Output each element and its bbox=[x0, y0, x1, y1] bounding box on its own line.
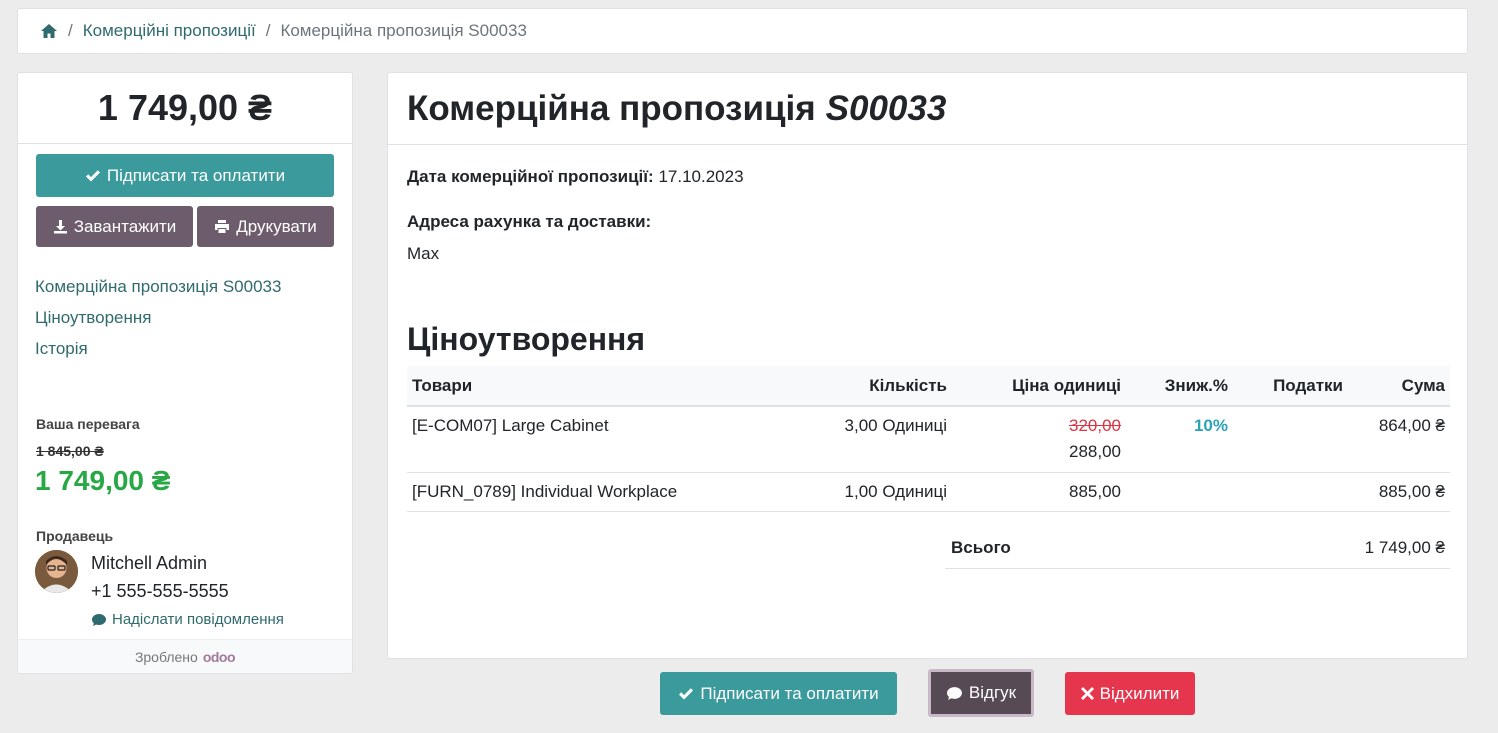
pricing-title: Ціноутворення bbox=[407, 321, 646, 357]
sidebar-total: 1 749,00 ₴ bbox=[18, 73, 352, 144]
grand-total-label: Всього bbox=[951, 538, 1011, 557]
sidebar-nav: Комерційна пропозиція S00033 Ціноутворен… bbox=[35, 273, 295, 366]
quotation-date: Дата комерційної пропозиції: 17.10.2023 bbox=[407, 167, 744, 187]
page-title: Комерційна пропозиція S00033 bbox=[388, 73, 1467, 145]
pricing-table: Товари Кількість Ціна одиниці Зниж.% Под… bbox=[407, 366, 1450, 512]
address-label: Адреса рахунка та доставки: bbox=[407, 212, 651, 232]
salesperson-label: Продавець bbox=[36, 528, 114, 544]
made-by-label: Зроблено bbox=[134, 648, 198, 665]
feedback-label: Відгук bbox=[968, 683, 1017, 702]
bottom-sign-and-pay-button[interactable]: Підписати та оплатити bbox=[660, 672, 897, 715]
reject-button[interactable]: Відхилити bbox=[1065, 672, 1195, 715]
col-products: Товари bbox=[407, 366, 787, 407]
bottom-sign-and-pay-label: Підписати та оплатити bbox=[700, 683, 879, 703]
table-row: [E-COM07] Large Cabinet 3,00 Одиниці 320… bbox=[407, 406, 1450, 473]
row-amount: 885,00 ₴ bbox=[1348, 472, 1450, 512]
row-unit-price: 320,00 288,00 bbox=[952, 406, 1126, 473]
old-price: 1 845,00 ₴ bbox=[36, 443, 104, 459]
row-price: 288,00 bbox=[1069, 442, 1121, 461]
advantage-label: Ваша перевага bbox=[36, 416, 140, 432]
row-unit-price: 885,00 bbox=[952, 472, 1126, 512]
breadcrumb-link-quotations[interactable]: Комерційні пропозиції bbox=[83, 21, 256, 41]
salesperson-phone: +1 555-555-5555 bbox=[91, 581, 229, 601]
row-discount: 10% bbox=[1126, 406, 1233, 473]
table-header-row: Товари Кількість Ціна одиниці Зниж.% Под… bbox=[407, 366, 1450, 407]
breadcrumb-separator: / bbox=[68, 21, 73, 40]
comment-icon bbox=[92, 613, 106, 626]
send-message-label: Надіслати повідомлення bbox=[112, 611, 284, 628]
col-quantity: Кількість bbox=[787, 366, 952, 407]
sidebar-nav-history[interactable]: Історія bbox=[35, 335, 295, 362]
grand-total-row: Всього 1 749,00 ₴ bbox=[945, 528, 1450, 569]
row-product: [FURN_0789] Individual Workplace bbox=[407, 472, 787, 512]
col-taxes: Податки bbox=[1233, 366, 1348, 407]
salesperson-name: Mitchell Admin bbox=[91, 553, 208, 573]
download-label: Завантажити bbox=[73, 216, 177, 236]
col-amount: Сума bbox=[1348, 366, 1450, 407]
address-label-text: Адреса рахунка та доставки: bbox=[407, 212, 652, 231]
breadcrumb-current: Комерційна пропозиція S00033 bbox=[280, 21, 527, 40]
download-button[interactable]: Завантажити bbox=[36, 206, 193, 247]
sidebar: 1 749,00 ₴ Підписати та оплатити Заванта… bbox=[17, 72, 353, 674]
send-message-link[interactable]: Надіслати повідомлення bbox=[91, 611, 284, 628]
print-label: Друкувати bbox=[236, 216, 317, 236]
print-button[interactable]: Друкувати bbox=[197, 206, 334, 247]
sidebar-nav-pricing[interactable]: Ціноутворення bbox=[35, 304, 295, 331]
breadcrumb-separator: / bbox=[265, 21, 271, 40]
quotation-date-label: Дата комерційної пропозиції: bbox=[407, 167, 654, 186]
page-title-prefix: Комерційна пропозиція bbox=[407, 88, 816, 128]
check-icon bbox=[679, 687, 694, 699]
row-tax bbox=[1233, 406, 1348, 473]
row-old-price: 320,00 bbox=[1069, 416, 1121, 435]
row-product: [E-COM07] Large Cabinet bbox=[407, 406, 787, 473]
row-qty: 3,00 Одиниці bbox=[787, 406, 952, 473]
breadcrumb: / Комерційні пропозиції / Комерційна про… bbox=[17, 8, 1468, 54]
new-price: 1 749,00 ₴ bbox=[35, 465, 171, 496]
row-discount bbox=[1126, 472, 1233, 512]
row-tax bbox=[1233, 472, 1348, 512]
row-amount: 864,00 ₴ bbox=[1348, 406, 1450, 473]
page-title-number: S00033 bbox=[825, 88, 947, 128]
row-qty: 1,00 Одиниці bbox=[787, 472, 952, 512]
avatar bbox=[35, 550, 78, 593]
table-row: [FURN_0789] Individual Workplace 1,00 Од… bbox=[407, 472, 1450, 512]
download-icon bbox=[53, 220, 67, 234]
address-value: Max bbox=[407, 244, 440, 263]
grand-total-value: 1 749,00 ₴ bbox=[1364, 538, 1445, 557]
col-discount: Зниж.% bbox=[1126, 366, 1233, 407]
print-icon bbox=[215, 220, 230, 233]
close-icon bbox=[1080, 687, 1094, 700]
sign-and-pay-button[interactable]: Підписати та оплатити bbox=[36, 154, 334, 197]
quotation-card: Комерційна пропозиція S00033 Дата комерц… bbox=[387, 72, 1468, 659]
sign-and-pay-label: Підписати та оплатити bbox=[106, 165, 286, 185]
reject-label: Відхилити bbox=[1099, 683, 1180, 703]
col-unit-price: Ціна одиниці bbox=[952, 366, 1126, 407]
made-by-footer: Зроблено odoo bbox=[18, 639, 352, 673]
comment-icon bbox=[946, 686, 962, 700]
check-icon bbox=[85, 169, 100, 181]
home-icon[interactable] bbox=[40, 23, 58, 39]
quotation-date-value: 17.10.2023 bbox=[658, 167, 744, 186]
odoo-logo[interactable]: odoo bbox=[203, 649, 236, 665]
feedback-button[interactable]: Відгук bbox=[928, 669, 1034, 717]
sidebar-nav-quotation[interactable]: Комерційна пропозиція S00033 bbox=[35, 273, 295, 300]
